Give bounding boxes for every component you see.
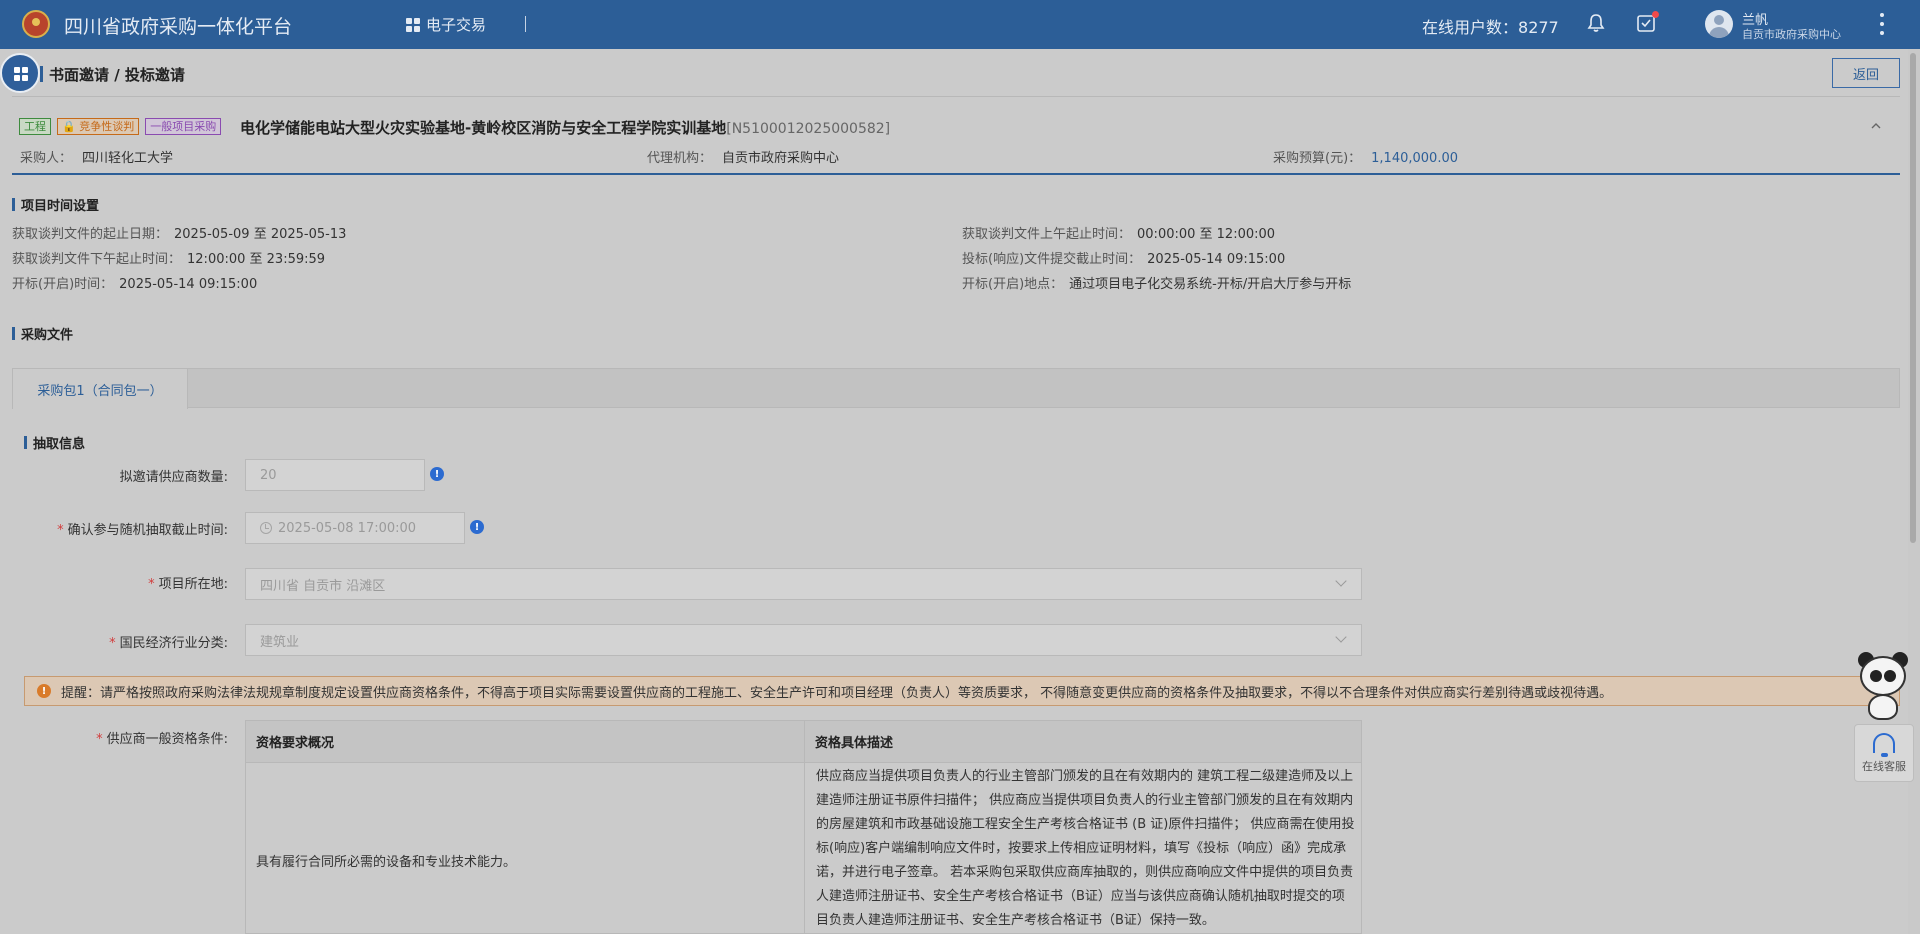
- back-button[interactable]: 返回: [1832, 58, 1900, 88]
- warning-icon: !: [37, 684, 51, 698]
- clock-icon: [260, 522, 272, 534]
- deadline-label: * 确认参与随机抽取截止时间:: [57, 523, 228, 538]
- headset-icon: [1873, 732, 1895, 757]
- online-support-label: 在线客服: [1862, 759, 1906, 773]
- time-item: 开标(开启)地点： 通过项目电子化交易系统-开标/开启大厅参与开标: [962, 277, 1352, 292]
- tab-strip: [12, 368, 1900, 408]
- tag-method: 🔒 竞争性谈判: [57, 118, 140, 135]
- table-header: 资格具体描述: [805, 721, 1361, 763]
- deadline-input[interactable]: 2025-05-08 17:00:00: [245, 512, 465, 544]
- section-title-extraction: 抽取信息: [24, 433, 85, 452]
- chevron-down-icon: [1335, 631, 1347, 643]
- online-count: 8277: [1518, 18, 1559, 37]
- info-icon[interactable]: !: [470, 520, 484, 534]
- online-support-button[interactable]: 在线客服: [1854, 724, 1914, 782]
- project-title: 电化学储能电站大型火灾实验基地-黄岭校区消防与安全工程学院实训基地[N51000…: [240, 119, 891, 137]
- emblem-logo: [22, 10, 50, 38]
- section-title-time: 项目时间设置: [12, 195, 99, 214]
- breadcrumb: 书面邀请 / 投标邀请: [40, 56, 185, 92]
- side-support-panel: 在线客服: [1852, 652, 1914, 782]
- budget: 采购预算(元)： 1,140,000.00: [1273, 151, 1458, 166]
- time-item: 获取谈判文件下午起止时间： 12:00:00 至 23:59:59: [12, 252, 326, 267]
- info-icon[interactable]: !: [430, 467, 444, 481]
- divider: [12, 96, 1900, 97]
- chevron-up-icon[interactable]: [1870, 120, 1882, 130]
- time-item: 获取谈判文件上午起止时间： 00:00:00 至 12:00:00: [962, 227, 1276, 242]
- table-cell: 具有履行合同所必需的设备和专业技术能力。: [256, 855, 517, 870]
- notification-dot: [1652, 11, 1659, 18]
- tag-category: 工程: [19, 118, 51, 135]
- accent-bar: [40, 66, 43, 82]
- section-title-docs: 采购文件: [12, 324, 73, 343]
- chevron-down-icon: [1335, 575, 1347, 587]
- supplier-count-label: 拟邀请供应商数量:: [119, 470, 228, 485]
- industry-select[interactable]: 建筑业: [245, 624, 1362, 656]
- qualification-label: * 供应商一般资格条件:: [96, 732, 228, 747]
- nav-divider: [525, 16, 526, 32]
- time-item: 开标(开启)时间： 2025-05-14 09:15:00: [12, 277, 258, 292]
- supplier-count-input[interactable]: 20: [245, 459, 425, 491]
- warning-text: 提醒：请严格按照政府采购法律法规规章制度规定设置供应商资格条件，不得高于项目实际…: [61, 685, 1613, 701]
- apps-grid-icon: [14, 67, 28, 81]
- app-menu-button[interactable]: [0, 53, 40, 93]
- column-divider: [804, 721, 805, 933]
- online-users: 在线用户数：8277: [1422, 18, 1559, 37]
- breadcrumb-text: 书面邀请 / 投标邀请: [49, 65, 185, 84]
- tab-package-1[interactable]: 采购包1（合同包一）: [12, 368, 188, 409]
- table-cell: 供应商应当提供项目负责人的行业主管部门颁发的且在有效期内的 建筑工程二级建造师及…: [816, 769, 1355, 928]
- more-menu-icon[interactable]: [1876, 13, 1888, 35]
- section-divider: [12, 173, 1900, 175]
- time-item: 投标(响应)文件提交截止时间： 2025-05-14 09:15:00: [962, 252, 1286, 267]
- location-label: * 项目所在地:: [148, 577, 228, 592]
- industry-label: * 国民经济行业分类:: [109, 636, 228, 651]
- avatar[interactable]: [1705, 10, 1733, 38]
- nav-etrade[interactable]: 电子交易: [406, 14, 486, 35]
- nav-etrade-label: 电子交易: [426, 16, 487, 34]
- platform-title[interactable]: 四川省政府采购一体化平台: [64, 12, 292, 39]
- grid-icon: [406, 17, 420, 32]
- bell-icon[interactable]: [1586, 13, 1606, 33]
- project-code: [N5100012025000582]: [726, 121, 891, 137]
- warning-banner: ! 提醒：请严格按照政府采购法律法规规章制度规定设置供应商资格条件，不得高于项目…: [24, 676, 1900, 706]
- todo-icon[interactable]: [1636, 11, 1659, 33]
- panda-mascot-icon[interactable]: [1856, 652, 1910, 722]
- table-header: 资格要求概况: [246, 721, 804, 763]
- agency: 代理机构： 自贡市政府采购中心: [647, 151, 840, 166]
- time-item: 获取谈判文件的起止日期： 2025-05-09 至 2025-05-13: [12, 227, 347, 242]
- location-select[interactable]: 四川省 自贡市 沿滩区: [245, 568, 1362, 600]
- user-org: 自贡市政府采购中心: [1742, 28, 1841, 41]
- qualification-table: 资格要求概况 资格具体描述 具有履行合同所必需的设备和专业技术能力。 供应商应当…: [245, 720, 1362, 934]
- scrollbar[interactable]: [1910, 53, 1916, 543]
- top-bar: 四川省政府采购一体化平台 电子交易 在线用户数：8277 兰帆 自贡市政府采购中…: [0, 0, 1920, 49]
- purchaser: 采购人： 四川轻化工大学: [20, 151, 174, 166]
- project-tags: 工程 🔒 竞争性谈判 一般项目采购: [19, 118, 222, 135]
- tag-type: 一般项目采购: [145, 118, 222, 135]
